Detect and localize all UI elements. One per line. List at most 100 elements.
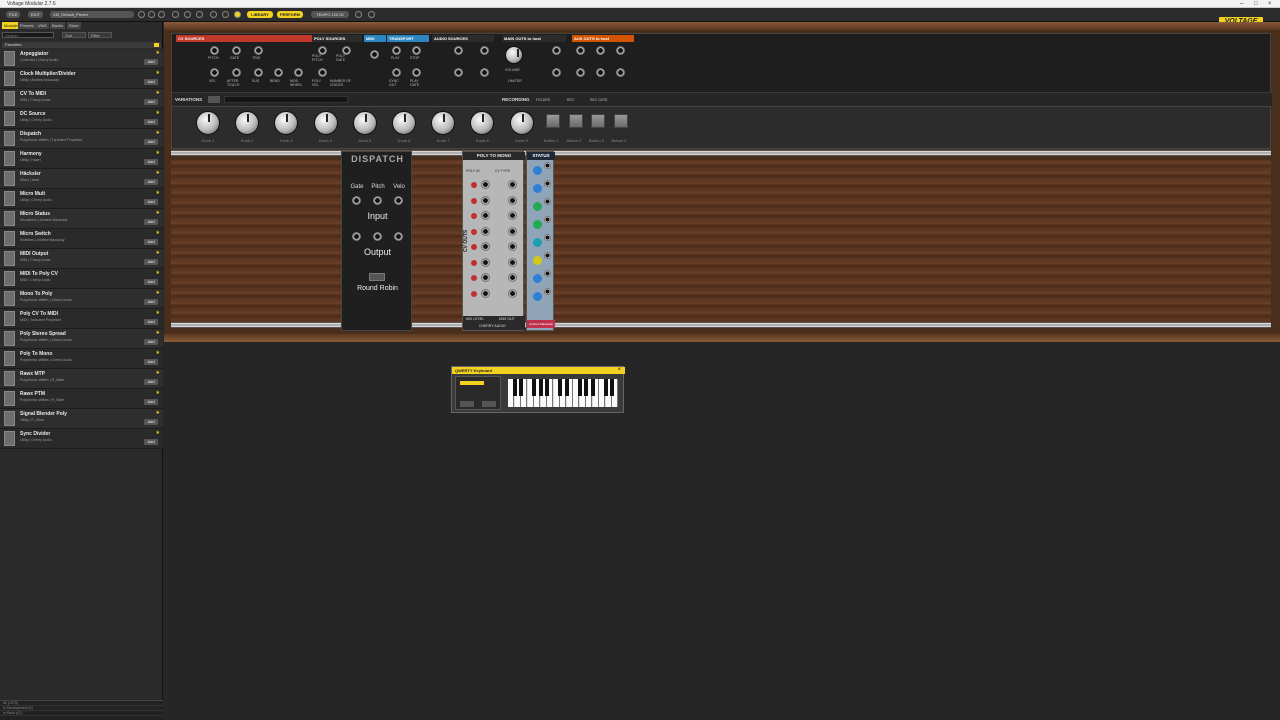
gate-out-jack-6[interactable]	[508, 257, 517, 267]
perform-button-3[interactable]	[591, 114, 605, 128]
favorite-star-icon[interactable]: ★	[156, 370, 160, 376]
minimize-icon[interactable]: –	[1240, 0, 1243, 8]
black-key[interactable]	[603, 379, 608, 396]
host-jack[interactable]	[210, 46, 219, 55]
octave-down-button[interactable]	[460, 401, 474, 407]
library-button[interactable]: LIBRARY	[247, 11, 273, 18]
black-key[interactable]	[558, 379, 562, 396]
dispatch-pitch-out-jack[interactable]	[373, 232, 382, 241]
record-icon[interactable]	[222, 11, 229, 18]
module-search-input[interactable]: Search	[2, 32, 54, 38]
module-list-item[interactable]: Poly Stereo Spread Polyphonic utilities |…	[0, 329, 163, 349]
redo-icon[interactable]	[158, 11, 165, 18]
host-jack[interactable]	[370, 50, 379, 59]
host-jack[interactable]	[392, 68, 401, 77]
gate-out-jack-4[interactable]	[508, 226, 517, 236]
host-jack[interactable]	[232, 46, 241, 55]
module-list-item[interactable]: Micro Switch Switches | Andrew Macaulay ★ A…	[0, 229, 163, 249]
favorites-header[interactable]: Favorites	[2, 42, 161, 48]
black-key[interactable]	[512, 379, 517, 396]
host-jack[interactable]	[552, 68, 561, 77]
cv-out-jack-1[interactable]	[481, 180, 490, 189]
cv-out-jack-8[interactable]	[481, 288, 490, 298]
dispatch-gate-in-jack[interactable]	[352, 196, 361, 205]
module-list-item[interactable]: DC Source Utility | Cherry Audio ★ Add	[0, 109, 163, 129]
undo-icon[interactable]	[148, 11, 155, 18]
variation-add-button[interactable]	[208, 96, 220, 103]
host-jack[interactable]	[454, 46, 463, 55]
perform-knob-9[interactable]	[509, 111, 534, 135]
favorite-star-icon[interactable]: ★	[156, 330, 160, 336]
host-jack[interactable]	[254, 68, 263, 77]
favorite-star-icon[interactable]: ★	[156, 110, 160, 116]
favorite-star-icon[interactable]: ★	[156, 390, 160, 396]
octave-up-button[interactable]	[482, 401, 496, 407]
module-list-item[interactable]: Clock Multiplier/Divider Utility | Andrew…	[0, 69, 163, 89]
favorite-star-icon[interactable]: ★	[156, 270, 160, 276]
favorite-star-icon[interactable]: ★	[156, 310, 160, 316]
cv-out-jack-2[interactable]	[481, 195, 490, 205]
main-volume-knob[interactable]	[505, 46, 523, 64]
favorite-star-icon[interactable]: ★	[156, 130, 160, 136]
favorite-star-icon[interactable]: ★	[156, 190, 160, 196]
favorite-star-icon[interactable]: ★	[156, 210, 160, 216]
cable-icon[interactable]	[210, 11, 217, 18]
close-icon[interactable]: ×	[617, 367, 621, 374]
black-key[interactable]	[584, 379, 588, 396]
add-module-button[interactable]: Add	[144, 159, 158, 165]
add-module-button[interactable]: Add	[144, 439, 158, 445]
module-list-item[interactable]: Poly To Mono Polyphonic utilities | Cherr…	[0, 349, 163, 369]
perform-knob-8[interactable]	[470, 111, 495, 135]
favorite-star-icon[interactable]: ★	[156, 230, 160, 236]
favorite-star-icon[interactable]: ★	[156, 70, 160, 76]
qwerty-controls-panel[interactable]	[455, 376, 501, 410]
module-list-item[interactable]: Signal Blender Poly Utility | R_Ware ★ Add	[0, 409, 163, 429]
module-list-item[interactable]: Rawx MTP Polyphonic utilities | R_Ware ★ Ad…	[0, 369, 163, 389]
module-list-item[interactable]: Arpeggiator Controller | Cherry Audio ★ Add	[0, 49, 163, 69]
module-list-item[interactable]: CV To MIDI MIDI | Cherry Audio ★ Add	[0, 89, 163, 109]
tab-presets[interactable]: Presets	[18, 22, 36, 29]
module-list-item[interactable]: Mono To Poly Polyphonic utilities | Cherr…	[0, 289, 163, 309]
module-list-item[interactable]: Harmony Utility | Hawrt ★ Add	[0, 149, 163, 169]
perform-knob-4[interactable]	[313, 111, 338, 135]
filter-dropdown[interactable]: Filter	[88, 32, 112, 38]
status-jack[interactable]	[544, 162, 551, 169]
close-window-icon[interactable]: ×	[1268, 0, 1272, 8]
dispatch-gate-out-jack[interactable]	[352, 232, 361, 241]
tab-store[interactable]: Store	[67, 22, 81, 29]
add-module-button[interactable]: Add	[144, 199, 158, 205]
cv-out-jack-6[interactable]	[481, 257, 490, 267]
host-jack[interactable]	[210, 68, 219, 77]
add-module-button[interactable]: Add	[144, 419, 158, 425]
host-jack[interactable]	[596, 46, 605, 55]
host-jack[interactable]	[412, 68, 421, 77]
module-list-item[interactable]: Dispatch Polyphonic utilities | Turbulent…	[0, 129, 163, 149]
host-jack[interactable]	[616, 68, 625, 77]
gate-out-jack-3[interactable]	[508, 211, 517, 220]
host-jack[interactable]	[254, 46, 263, 55]
dispatch-velo-out-jack[interactable]	[394, 232, 403, 241]
black-key[interactable]	[538, 379, 543, 396]
perform-button-4[interactable]	[613, 114, 628, 128]
power-icon[interactable]	[234, 11, 241, 18]
add-module-button[interactable]: Add	[144, 119, 158, 125]
add-module-button[interactable]: Add	[144, 259, 158, 265]
host-jack[interactable]	[480, 68, 489, 77]
module-list-item[interactable]: Häcksler Effect | haxit ★ Add	[0, 169, 163, 189]
settings-gear-icon[interactable]	[196, 11, 203, 18]
host-jack[interactable]	[576, 68, 585, 77]
footer-in-rack[interactable]: In Rack (47)	[0, 711, 163, 716]
host-jack[interactable]	[318, 68, 327, 77]
module-list-item[interactable]: MIDI Output MIDI | Cherry Audio ★ Add	[0, 249, 163, 269]
perform-button[interactable]: PERFORM	[277, 11, 303, 18]
host-jack[interactable]	[294, 68, 303, 77]
gate-out-jack-2[interactable]	[508, 195, 517, 205]
perform-knob-5[interactable]	[352, 111, 377, 135]
cv-out-jack-4[interactable]	[481, 226, 490, 236]
status-jack[interactable]	[544, 252, 551, 259]
perform-button-2[interactable]	[568, 114, 583, 128]
status-jack[interactable]	[544, 288, 551, 295]
host-jack[interactable]	[412, 46, 421, 55]
perform-knob-7[interactable]	[431, 111, 456, 135]
file-menu-button[interactable]: FILE	[6, 11, 21, 18]
